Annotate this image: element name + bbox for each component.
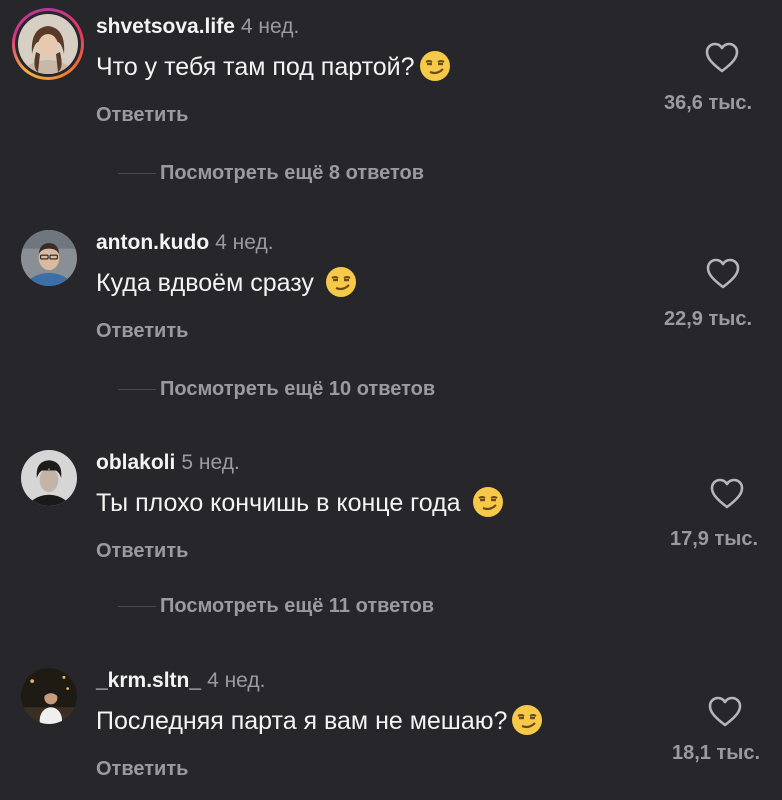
comment-time: 4 нед.: [215, 231, 274, 254]
smirking-face-icon: [419, 51, 450, 81]
avatar[interactable]: [21, 668, 77, 724]
comment-item: anton.kudo 4 нед. Куда вдвоём сразу Ответ…: [0, 230, 782, 400]
view-more-replies-button[interactable]: Посмотреть ещё 8 ответов: [118, 162, 424, 190]
avatar[interactable]: [21, 230, 77, 286]
divider-line: [118, 173, 156, 175]
like-count: 18,1 тыс.: [672, 742, 761, 764]
username[interactable]: _krm.sltn_: [96, 669, 201, 692]
smirking-face-icon: [472, 487, 503, 517]
comment-time: 4 нед.: [207, 669, 266, 692]
avatar[interactable]: [21, 450, 77, 506]
like-heart-icon[interactable]: [710, 478, 744, 510]
like-heart-icon[interactable]: [706, 258, 740, 290]
like-heart-icon[interactable]: [708, 696, 742, 728]
smirking-face-icon: [512, 705, 543, 735]
reply-button[interactable]: Ответить: [96, 104, 188, 127]
comment-text: Последняя парта я вам не мешаю?: [96, 704, 543, 738]
username[interactable]: anton.kudo: [96, 231, 209, 254]
comment-text: Куда вдвоём сразу: [96, 266, 357, 300]
comment-text: Что у тебя там под партой?: [96, 50, 451, 84]
like-count: 36,6 тыс.: [664, 92, 753, 114]
view-more-replies-button[interactable]: Посмотреть ещё 10 ответов: [118, 378, 435, 406]
comment-item: _krm.sltn_ 4 нед. Последняя парта я вам н…: [0, 668, 782, 800]
smirking-face-icon: [325, 267, 356, 297]
avatar[interactable]: [12, 8, 84, 80]
username[interactable]: shvetsova.life: [96, 15, 235, 38]
username[interactable]: oblakoli: [96, 451, 175, 474]
comment-time: 4 нед.: [240, 15, 300, 38]
like-heart-icon[interactable]: [705, 42, 739, 74]
comments-list: shvetsova.life 4 нед. Что у тебя там под …: [0, 0, 782, 800]
view-more-replies-button[interactable]: Посмотреть ещё 11 ответов: [118, 595, 434, 623]
reply-button[interactable]: Ответить: [96, 540, 188, 563]
like-count: 22,9 тыс.: [664, 308, 753, 330]
like-count: 17,9 тыс.: [670, 528, 759, 550]
comment-text: Ты плохо кончишь в конце года: [96, 486, 504, 520]
comment-item: oblakoli 5 нед. Ты плохо кончишь в конце …: [0, 450, 782, 617]
reply-button[interactable]: Ответить: [96, 320, 188, 343]
comment-time: 5 нед.: [181, 451, 240, 474]
comment-item: shvetsova.life 4 нед. Что у тебя там под …: [0, 8, 782, 184]
reply-button[interactable]: Ответить: [96, 758, 188, 781]
divider-line: [118, 389, 156, 391]
divider-line: [118, 606, 156, 608]
